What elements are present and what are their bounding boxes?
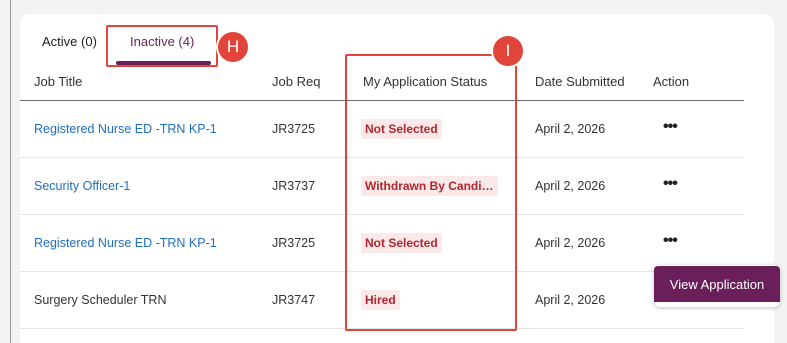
- more-actions-icon[interactable]: •••: [663, 118, 678, 136]
- date-submitted: April 2, 2026: [535, 236, 606, 250]
- job-req: JR3725: [272, 122, 316, 136]
- window-edge: [10, 0, 11, 343]
- header-job-title[interactable]: Job Title: [34, 74, 82, 89]
- tab-active[interactable]: Active (0): [42, 34, 97, 49]
- view-application-button[interactable]: View Application: [654, 266, 780, 302]
- header-action: Action: [653, 74, 690, 89]
- annotation-highlight-status-column: [345, 54, 517, 331]
- job-req: JR3737: [272, 179, 316, 193]
- annotation-highlight-inactive-tab: [106, 25, 218, 67]
- more-actions-icon[interactable]: •••: [663, 175, 678, 193]
- more-actions-icon[interactable]: •••: [663, 232, 678, 250]
- job-req: JR3747: [272, 293, 316, 307]
- date-submitted: April 2, 2026: [535, 293, 606, 307]
- header-job-req[interactable]: Job Req: [272, 74, 320, 89]
- job-title-link[interactable]: Security Officer-1: [34, 179, 130, 193]
- annotation-badge-i: I: [493, 36, 523, 66]
- annotation-badge-h: H: [218, 32, 248, 62]
- date-submitted: April 2, 2026: [535, 122, 606, 136]
- job-title[interactable]: Surgery Scheduler TRN: [34, 293, 166, 307]
- date-submitted: April 2, 2026: [535, 179, 606, 193]
- header-date-submitted[interactable]: Date Submitted: [535, 74, 625, 89]
- job-title-link[interactable]: Registered Nurse ED -TRN KP-1: [34, 122, 217, 136]
- job-title-link[interactable]: Registered Nurse ED -TRN KP-1: [34, 236, 217, 250]
- job-req: JR3725: [272, 236, 316, 250]
